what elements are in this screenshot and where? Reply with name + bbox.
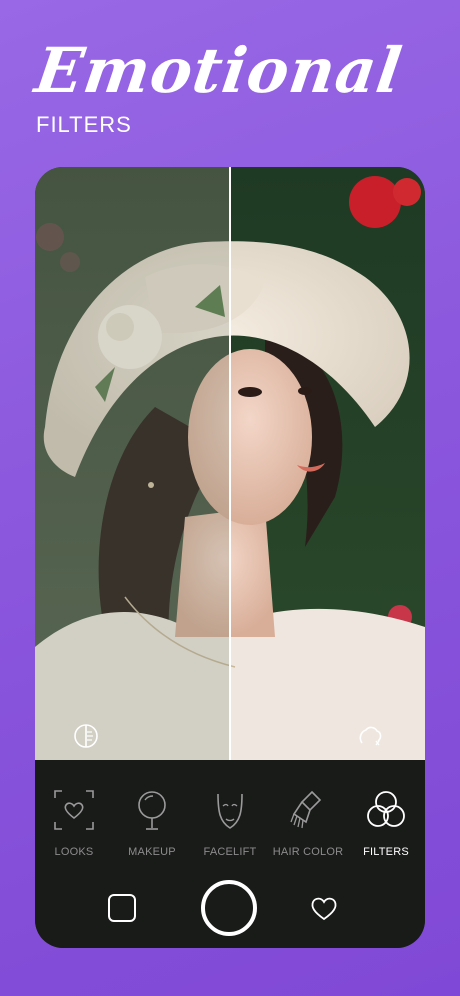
feature-tabs: LOOKS MAKEUP FACELIFT HAIR COLOR FILTERS	[35, 788, 425, 868]
before-after-divider[interactable]	[229, 167, 231, 760]
tab-looks-label: LOOKS	[54, 846, 94, 858]
face-frame-icon	[54, 790, 94, 830]
feature-toolbar: LOOKS MAKEUP FACELIFT HAIR COLOR FILTERS	[35, 760, 425, 948]
filters-circles-icon	[367, 791, 405, 827]
mirror-icon	[138, 791, 166, 830]
tab-makeup-label: MAKEUP	[128, 846, 176, 858]
compare-icon[interactable]	[73, 723, 99, 749]
headline-subtitle: FILTERS	[36, 112, 132, 137]
tab-hair-color-label: HAIR COLOR	[272, 846, 344, 858]
favorites-heart-icon[interactable]	[309, 894, 339, 922]
tab-makeup[interactable]: MAKEUP	[113, 788, 191, 858]
headline-title: Emotional	[30, 34, 407, 107]
tab-facelift[interactable]: FACELIFT	[191, 788, 269, 858]
shutter-button[interactable]	[201, 880, 257, 936]
headline: Emotional FILTERS	[31, 34, 436, 138]
tab-filters[interactable]: FILTERS	[347, 788, 425, 858]
tab-hair-color[interactable]: HAIR COLOR	[269, 788, 347, 858]
capture-controls	[35, 868, 425, 948]
gallery-button[interactable]	[108, 894, 136, 922]
face-outline-icon	[217, 793, 243, 829]
tab-looks[interactable]: LOOKS	[35, 788, 113, 858]
beautify-icon[interactable]	[357, 723, 383, 749]
tab-facelift-label: FACELIFT	[203, 846, 257, 858]
phone-screen: LOOKS MAKEUP FACELIFT HAIR COLOR FILTERS	[35, 167, 425, 948]
tab-filters-label: FILTERS	[363, 846, 409, 858]
hair-brush-icon	[290, 790, 322, 829]
